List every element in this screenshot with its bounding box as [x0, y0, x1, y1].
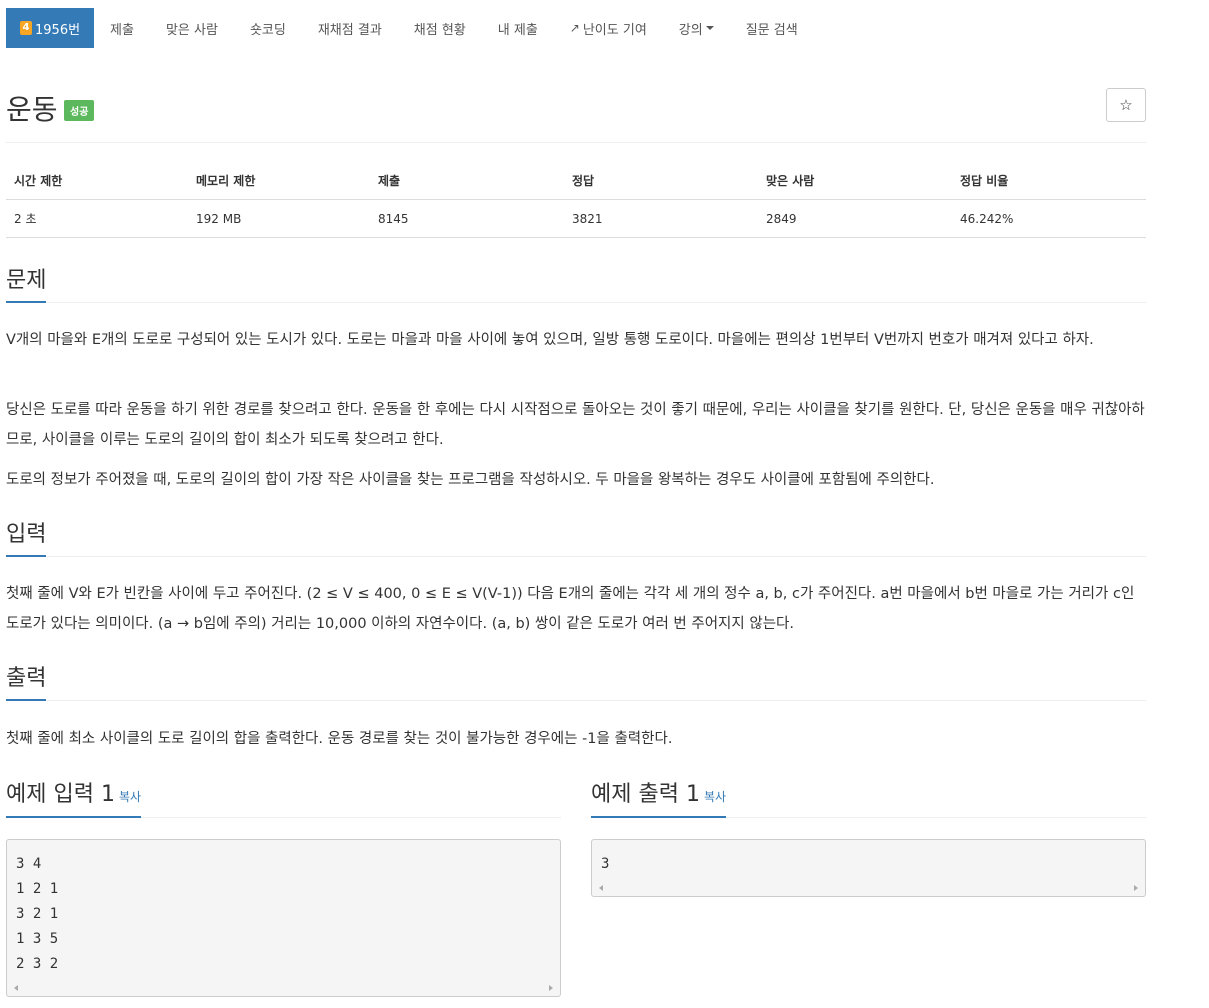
problem-description-p1: V개의 마을와 E개의 도로로 구성되어 있는 도시가 있다. 도로는 마을과 … — [6, 332, 1094, 348]
time-limit-value: 2 초 — [6, 199, 188, 238]
sample-output-title: 예제 출력 1 — [591, 782, 700, 807]
sample-input-line: 1 3 5 — [16, 931, 59, 947]
sample-input-title: 예제 입력 1 — [6, 782, 115, 807]
sample-input-line: 3 4 — [16, 856, 42, 872]
sample-input-heading: 예제 입력 1 복사 — [6, 776, 142, 818]
tab-rejudge-results[interactable]: 재채점 결과 — [302, 8, 398, 48]
tab-lectures-dropdown[interactable]: 강의 — [663, 8, 730, 48]
scroll-left-icon[interactable] — [14, 985, 18, 991]
tab-short-coding[interactable]: 숏코딩 — [234, 8, 302, 48]
problem-description-p2: 당신은 도로를 따라 운동을 하기 위한 경로를 찾으려고 한다. 운동을 한 … — [6, 402, 1145, 448]
problem-title: 운동 — [6, 93, 58, 126]
input-heading: 입력 — [6, 516, 47, 557]
problem-menu: 4 1956번 제출 맞은 사람 숏코딩 재채점 결과 채점 현황 내 제출 ↗… — [6, 8, 814, 48]
sample-input-line: 2 3 2 — [16, 956, 59, 972]
problem-description-p3: 도로의 정보가 주어졌을 때, 도로의 길이의 합이 가장 작은 사이클을 찾는… — [6, 472, 935, 488]
header-solved-users: 맞은 사람 — [758, 162, 952, 200]
output-heading: 출력 — [6, 660, 47, 701]
scroll-left-icon[interactable] — [599, 885, 603, 891]
scroll-right-icon[interactable] — [1134, 885, 1138, 891]
input-description: 첫째 줄에 V와 E가 빈칸을 사이에 두고 주어진다. (2 ≤ V ≤ 40… — [6, 586, 1135, 632]
table-row: 2 초 192 MB 8145 3821 2849 46.242% — [6, 199, 1146, 238]
sample-output-heading: 예제 출력 1 복사 — [591, 776, 727, 818]
problem-number-tab[interactable]: 4 1956번 — [6, 8, 95, 48]
tab-question-search[interactable]: 질문 검색 — [730, 8, 814, 48]
output-description: 첫째 줄에 최소 사이클의 도로 길이의 합을 출력한다. 운동 경로를 찾는 … — [6, 731, 673, 747]
external-link-icon: ↗ — [569, 21, 580, 35]
tier-icon: 4 — [20, 21, 32, 35]
sample-input-block[interactable]: 3 4 1 2 1 3 2 1 1 3 5 2 3 2 — [6, 839, 561, 997]
copy-input-button[interactable]: 복사 — [119, 790, 141, 804]
header-time-limit: 시간 제한 — [6, 162, 188, 200]
problem-number-label: 1956번 — [35, 22, 81, 38]
sample-output-block[interactable]: 3 — [591, 839, 1146, 897]
sample-input-line: 3 2 1 — [16, 906, 59, 922]
favorite-star-button[interactable]: ☆ — [1106, 88, 1146, 122]
sample-output-line: 3 — [601, 856, 610, 872]
problem-title-row: 운동 성공 ☆ — [6, 84, 1146, 143]
copy-output-button[interactable]: 복사 — [704, 790, 726, 804]
problem-info-table: 시간 제한 메모리 제한 제출 정답 맞은 사람 정답 비율 2 초 192 M… — [6, 162, 1146, 238]
tab-difficulty-contribution[interactable]: ↗ 난이도 기여 — [554, 8, 663, 48]
scroll-right-icon[interactable] — [549, 985, 553, 991]
header-memory-limit: 메모리 제한 — [188, 162, 370, 200]
header-accepted: 정답 — [564, 162, 758, 200]
status-badge: 성공 — [64, 100, 95, 121]
problem-heading: 문제 — [6, 262, 47, 303]
tab-difficulty-label: 난이도 기여 — [582, 22, 647, 38]
caret-down-icon — [705, 26, 714, 30]
tab-lectures-label: 강의 — [678, 22, 703, 38]
input-section-heading: 입력 — [6, 516, 1146, 557]
tab-status[interactable]: 채점 현황 — [398, 8, 482, 48]
horizontal-scrollbar[interactable] — [8, 981, 559, 995]
problem-section-heading: 문제 — [6, 262, 1146, 303]
tab-submit[interactable]: 제출 — [94, 8, 150, 48]
submissions-value: 8145 — [370, 199, 564, 238]
accept-ratio-value: 46.242% — [952, 199, 1146, 238]
memory-limit-value: 192 MB — [188, 199, 370, 238]
sample-input-line: 1 2 1 — [16, 881, 59, 897]
sample-output-heading-row: 예제 출력 1 복사 — [591, 776, 1146, 818]
header-submissions: 제출 — [370, 162, 564, 200]
header-accept-ratio: 정답 비율 — [952, 162, 1146, 200]
tab-accepted-users[interactable]: 맞은 사람 — [150, 8, 234, 48]
solved-users-value: 2849 — [758, 199, 952, 238]
table-header-row: 시간 제한 메모리 제한 제출 정답 맞은 사람 정답 비율 — [6, 162, 1146, 200]
accepted-value: 3821 — [564, 199, 758, 238]
tab-my-submissions[interactable]: 내 제출 — [482, 8, 554, 48]
sample-input-heading-row: 예제 입력 1 복사 — [6, 776, 561, 818]
output-section-heading: 출력 — [6, 660, 1146, 701]
horizontal-scrollbar[interactable] — [593, 881, 1144, 895]
star-icon: ☆ — [1119, 96, 1133, 114]
